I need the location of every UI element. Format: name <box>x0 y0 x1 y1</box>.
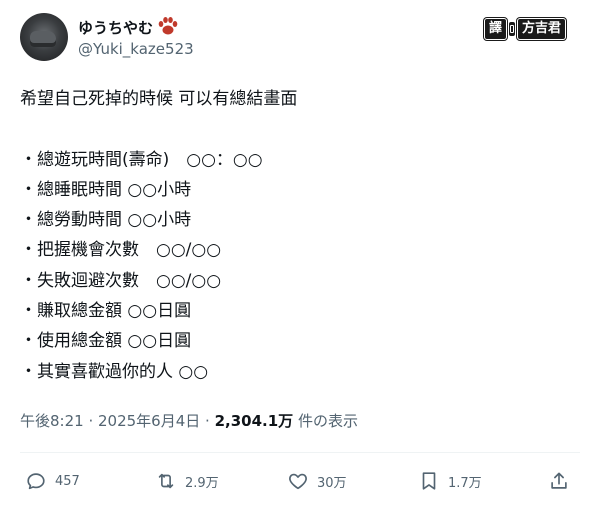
tweet-time[interactable]: 午後8:21 <box>20 412 84 430</box>
badge-right: 方吉君 <box>517 17 567 40</box>
reply-icon <box>27 473 45 490</box>
tweet-line: ・使用總金額 ○○日圓 <box>20 331 192 352</box>
retweet-icon <box>158 473 174 489</box>
bookmark-icon <box>422 472 436 490</box>
tweet-line: ・賺取總金額 ○○日圓 <box>20 301 192 322</box>
tweet-line: ・總勞動時間 ○○小時 <box>20 210 192 231</box>
views-count[interactable]: 2,304.1万 <box>215 412 294 430</box>
user-handle[interactable]: @Yuki_kaze523 <box>78 40 194 58</box>
badge-left: 譯 <box>484 17 508 40</box>
tweet-text: 希望自己死掉的時候 可以有總結畫面 ・總遊玩時間(壽命) ○○：○○ ・總睡眠時… <box>20 84 580 387</box>
tweet-line: ・其實喜歡過你的人 ○○ <box>20 361 209 382</box>
share-button[interactable] <box>548 470 570 492</box>
tweet-header: ゆうちやむ @Yuki_kaze523 譯 方吉君 <box>0 0 598 66</box>
meta-separator: · <box>200 412 215 430</box>
retweet-button[interactable]: 2.9万 <box>155 470 219 492</box>
retweet-count: 2.9万 <box>185 475 219 491</box>
badge-dot-icon <box>509 21 516 36</box>
share-icon <box>551 472 567 489</box>
bookmark-button[interactable]: 1.7万 <box>418 470 482 492</box>
bookmark-count: 1.7万 <box>448 475 482 491</box>
tweet-line: 希望自己死掉的時候 可以有總結畫面 <box>20 89 298 109</box>
reply-button[interactable]: 457 <box>25 470 80 492</box>
views-suffix: 件の表示 <box>293 412 358 430</box>
action-bar: 457 2.9万 30万 1.7万 <box>0 465 598 505</box>
tweet-line: ・失敗迴避次數 ○○/○○ <box>20 270 222 291</box>
tweet-line: ・總遊玩時間(壽命) ○○：○○ <box>20 149 263 170</box>
meta-separator: · <box>83 412 98 430</box>
translator-badge: 譯 方吉君 <box>484 17 567 40</box>
like-count: 30万 <box>317 475 347 491</box>
paw-print-icon <box>158 17 178 35</box>
tweet-line: ・把握機會次數 ○○/○○ <box>20 240 222 261</box>
heart-icon <box>289 473 307 490</box>
divider <box>20 452 580 453</box>
tweet-meta: 午後8:21 · 2025年6月4日 · 2,304.1万 件の表示 <box>20 410 358 431</box>
avatar[interactable] <box>20 13 68 61</box>
tweet-date[interactable]: 2025年6月4日 <box>98 412 200 430</box>
tweet-line: ・總睡眠時間 ○○小時 <box>20 179 192 200</box>
like-button[interactable]: 30万 <box>287 470 347 492</box>
tweet-line <box>20 114 580 144</box>
reply-count: 457 <box>55 473 80 489</box>
display-name[interactable]: ゆうちやむ <box>78 17 153 38</box>
